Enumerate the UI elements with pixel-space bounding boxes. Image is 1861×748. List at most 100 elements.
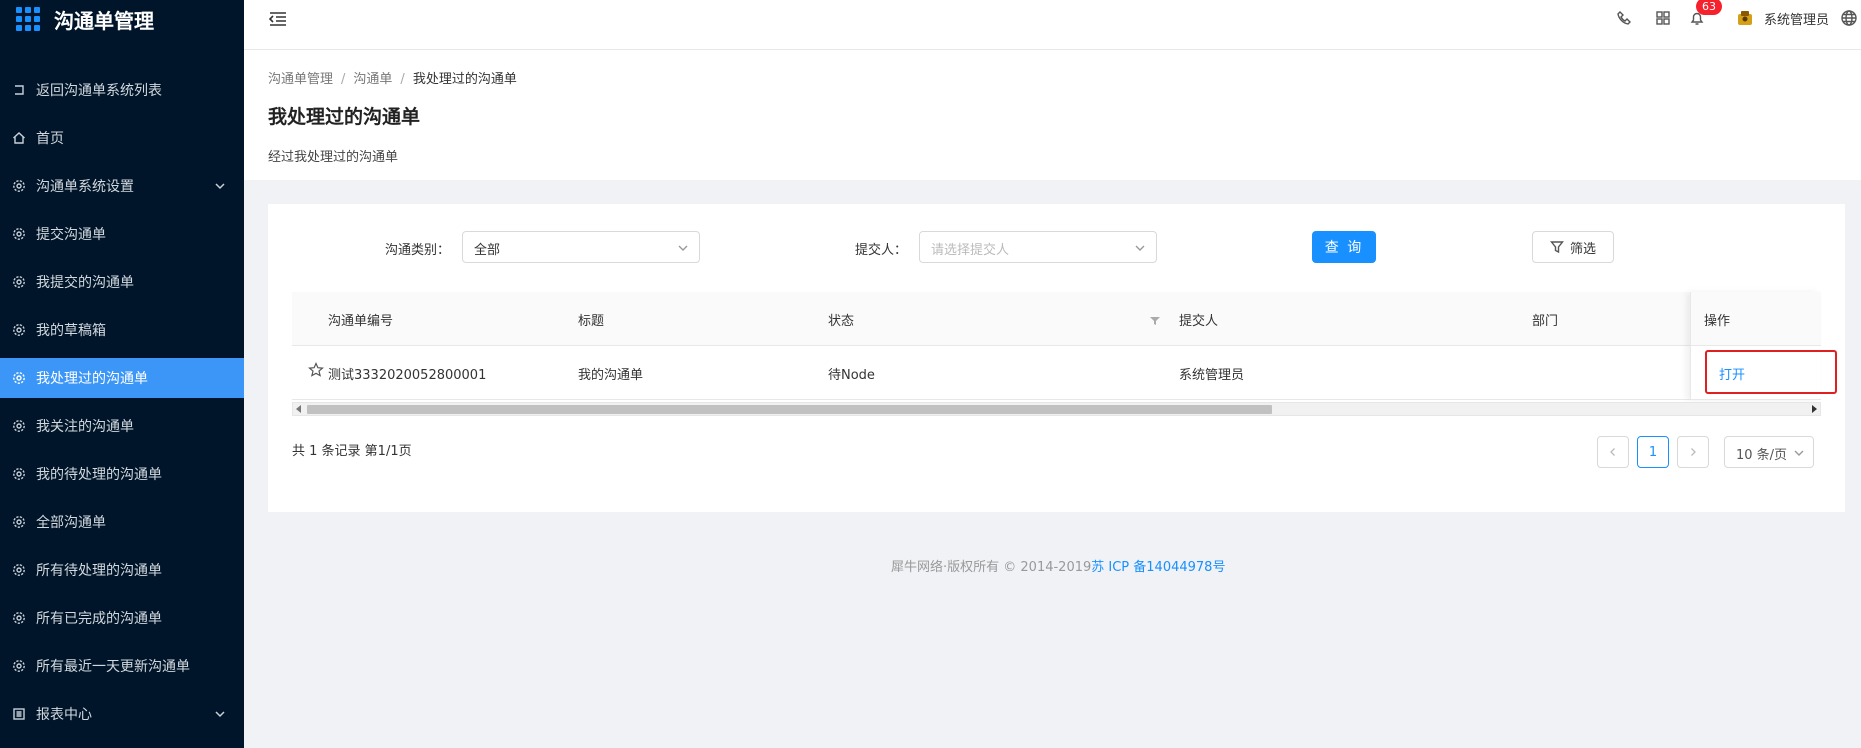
- footer: 犀牛网络·版权所有 © 2014-2019苏 ICP 备14044978号: [891, 556, 1225, 575]
- prev-page-button[interactable]: [1597, 436, 1629, 468]
- globe-icon[interactable]: [1840, 9, 1858, 27]
- table-row: 测试3332020052800001 我的沟通单 待Node 系统管理员 打开: [292, 346, 1837, 400]
- category-select-value: 全部: [474, 243, 501, 258]
- page-size-select[interactable]: 10 条/页: [1724, 436, 1814, 468]
- chevron-down-icon: [677, 242, 689, 254]
- sidebar-item-label: 所有待处理的沟通单: [36, 563, 162, 579]
- table-header: 沟通单编号 标题 状态 提交人 部门 操作: [292, 292, 1821, 346]
- sidebar-item-label: 沟通单系统设置: [36, 179, 134, 195]
- sidebar-item-label: 返回沟通单系统列表: [36, 83, 162, 99]
- menu-collapse-icon[interactable]: [268, 10, 288, 28]
- query-button[interactable]: 查 询: [1312, 231, 1376, 263]
- cell-status: 待Node: [828, 368, 875, 383]
- sidebar-item-submit[interactable]: 提交沟通单: [0, 214, 244, 254]
- chevron-down-icon: [214, 708, 226, 720]
- apps-grid-icon[interactable]: [1654, 9, 1672, 27]
- report-icon: [12, 707, 26, 721]
- column-filter-icon[interactable]: [1150, 314, 1160, 325]
- page-description: 经过我处理过的沟通单: [268, 150, 399, 165]
- gear-icon: [12, 179, 26, 193]
- icp-link[interactable]: 苏 ICP 备14044978号: [1091, 560, 1225, 575]
- sidebar: 沟通单管理 返回沟通单系统列表 首页 沟通单系统设置 提交沟通单 我提交的沟通单…: [0, 0, 244, 748]
- chevron-down-icon: [1134, 242, 1146, 254]
- chevron-right-icon: [1691, 448, 1696, 456]
- sidebar-item-label: 所有已完成的沟通单: [36, 611, 162, 627]
- sidebar-item-label: 我的待处理的沟通单: [36, 467, 162, 483]
- sidebar-item-label: 首页: [36, 131, 64, 147]
- sidebar-item-home[interactable]: 首页: [0, 118, 244, 158]
- page-header: 沟通单管理 / 沟通单 / 我处理过的沟通单 我处理过的沟通单 经过我处理过的沟通单: [244, 50, 1861, 180]
- sidebar-item-system-settings[interactable]: 沟通单系统设置: [0, 166, 244, 206]
- sidebar-item-recent-updated[interactable]: 所有最近一天更新沟通单: [0, 646, 244, 686]
- gear-icon: [12, 563, 26, 577]
- column-header-submitter: 提交人: [1179, 314, 1219, 329]
- column-header-department: 部门: [1532, 314, 1559, 329]
- sidebar-item-drafts[interactable]: 我的草稿箱: [0, 310, 244, 350]
- next-page-button[interactable]: [1677, 436, 1709, 468]
- cell-title: 我的沟通单: [578, 368, 644, 383]
- column-header-title: 标题: [578, 314, 605, 329]
- sidebar-item-all-completed[interactable]: 所有已完成的沟通单: [0, 598, 244, 638]
- column-header-id: 沟通单编号: [328, 314, 394, 329]
- breadcrumb-current: 我处理过的沟通单: [412, 72, 517, 87]
- breadcrumb: 沟通单管理 / 沟通单 / 我处理过的沟通单: [268, 72, 517, 87]
- scrollbar-thumb[interactable]: [307, 405, 1272, 414]
- star-icon[interactable]: [308, 362, 324, 378]
- page-title: 我处理过的沟通单: [268, 106, 421, 128]
- filter-button[interactable]: 筛选: [1532, 231, 1614, 263]
- gear-icon: [12, 515, 26, 529]
- sidebar-item-label: 我处理过的沟通单: [36, 371, 148, 387]
- sidebar-item-label: 报表中心: [36, 707, 92, 723]
- scroll-left-icon[interactable]: [296, 405, 301, 413]
- sidebar-item-my-handled[interactable]: 我处理过的沟通单: [0, 358, 244, 398]
- return-icon: [12, 83, 26, 97]
- chevron-down-icon: [1793, 447, 1805, 459]
- category-select[interactable]: 全部: [462, 231, 700, 263]
- chevron-left-icon: [1610, 448, 1615, 456]
- gear-icon: [12, 371, 26, 385]
- gear-icon: [12, 419, 26, 433]
- sidebar-item-back-to-list[interactable]: 返回沟通单系统列表: [0, 70, 244, 110]
- app-grid-icon: [16, 7, 40, 31]
- sidebar-item-my-pending[interactable]: 我的待处理的沟通单: [0, 454, 244, 494]
- submitter-select[interactable]: 请选择提交人: [919, 231, 1157, 263]
- submitter-select-placeholder: 请选择提交人: [931, 243, 1010, 258]
- page-size-value: 10 条/页: [1736, 448, 1788, 463]
- sidebar-item-reports[interactable]: 报表中心: [0, 694, 244, 734]
- submitter-label: 提交人：: [855, 243, 908, 258]
- sidebar-item-my-submitted[interactable]: 我提交的沟通单: [0, 262, 244, 302]
- gear-icon: [12, 323, 26, 337]
- gear-icon: [12, 275, 26, 289]
- sidebar-item-label: 我关注的沟通单: [36, 419, 134, 435]
- sidebar-item-label: 我的草稿箱: [36, 323, 106, 339]
- sidebar-item-all[interactable]: 全部沟通单: [0, 502, 244, 542]
- phone-icon[interactable]: [1615, 9, 1633, 27]
- cell-id: 测试3332020052800001: [328, 368, 487, 383]
- page-number-button[interactable]: 1: [1637, 436, 1669, 468]
- copyright-text: 犀牛网络·版权所有 © 2014-2019: [891, 560, 1092, 575]
- breadcrumb-item[interactable]: 沟通单管理: [268, 72, 333, 87]
- sidebar-item-my-followed[interactable]: 我关注的沟通单: [0, 406, 244, 446]
- breadcrumb-item[interactable]: 沟通单: [353, 72, 392, 87]
- cell-submitter: 系统管理员: [1179, 368, 1245, 383]
- sidebar-item-label: 全部沟通单: [36, 515, 106, 531]
- username[interactable]: 系统管理员: [1764, 9, 1829, 28]
- filter-button-label: 筛选: [1569, 241, 1596, 257]
- scroll-right-icon[interactable]: [1812, 405, 1817, 413]
- category-label: 沟通类别：: [385, 243, 451, 258]
- home-icon: [12, 131, 26, 145]
- gear-icon: [12, 467, 26, 481]
- sidebar-item-all-pending[interactable]: 所有待处理的沟通单: [0, 550, 244, 590]
- gear-icon: [12, 227, 26, 241]
- horizontal-scrollbar[interactable]: [292, 402, 1821, 416]
- gear-icon: [12, 611, 26, 625]
- sidebar-item-label: 所有最近一天更新沟通单: [36, 659, 190, 675]
- avatar[interactable]: [1736, 9, 1754, 27]
- gear-icon: [12, 659, 26, 673]
- chevron-down-icon: [214, 180, 226, 192]
- app-logo: 沟通单管理: [0, 0, 244, 38]
- content-card: 沟通类别： 全部 提交人： 请选择提交人 查 询 筛选 沟通单编号 标题 状态 …: [268, 204, 1845, 512]
- top-header: 63 系统管理员: [244, 0, 1861, 50]
- app-title: 沟通单管理: [54, 8, 154, 33]
- sidebar-item-label: 提交沟通单: [36, 227, 106, 243]
